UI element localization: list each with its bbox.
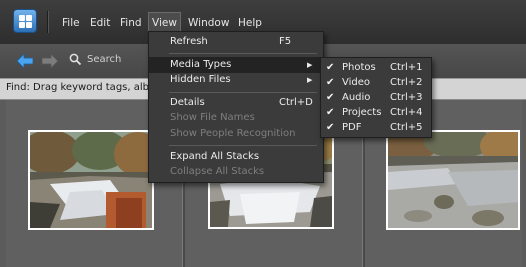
menu-separator xyxy=(169,92,317,93)
media-type-video[interactable]: ✔ Video Ctrl+2 xyxy=(321,75,431,91)
media-type-audio[interactable]: ✔ Audio Ctrl+3 xyxy=(321,90,431,106)
media-type-projects[interactable]: ✔ Projects Ctrl+4 xyxy=(321,105,431,121)
app-logo-icon[interactable] xyxy=(13,9,37,33)
menu-item-refresh[interactable]: Refresh F5 xyxy=(149,34,323,50)
search-icon[interactable] xyxy=(69,53,81,65)
menu-separator xyxy=(169,53,317,54)
menu-help[interactable]: Help xyxy=(236,14,264,32)
menu-item-details[interactable]: Details Ctrl+D xyxy=(149,95,323,111)
menu-item-media-types[interactable]: Media Types ▶ xyxy=(149,57,323,73)
checkmark-icon: ✔ xyxy=(326,62,335,73)
checkmark-icon: ✔ xyxy=(326,77,335,88)
media-types-submenu: ✔ Photos Ctrl+1 ✔ Video Ctrl+2 ✔ Audio C… xyxy=(320,57,432,138)
submenu-arrow-icon: ▶ xyxy=(307,76,313,84)
photo-thumbnail[interactable] xyxy=(386,130,520,230)
back-arrow-icon[interactable] xyxy=(17,54,33,68)
menu-item-show-file-names: Show File Names xyxy=(170,112,255,123)
forward-arrow-icon[interactable] xyxy=(42,54,58,68)
find-bar-text: Find: Drag keyword tags, albu xyxy=(6,82,156,93)
menu-window[interactable]: Window xyxy=(186,14,231,32)
menu-item-expand-all-stacks[interactable]: Expand All Stacks xyxy=(149,149,323,165)
submenu-arrow-icon: ▶ xyxy=(307,61,313,69)
menu-item-hidden-files[interactable]: Hidden Files ▶ xyxy=(149,72,323,88)
checkmark-icon: ✔ xyxy=(326,107,335,118)
menu-find[interactable]: Find xyxy=(118,14,144,32)
menu-separator xyxy=(169,145,317,146)
search-label[interactable]: Search xyxy=(87,54,121,65)
menu-item-show-people-recognition: Show People Recognition xyxy=(170,128,296,139)
photo-thumbnail[interactable] xyxy=(28,130,154,230)
checkmark-icon: ✔ xyxy=(326,92,335,103)
menu-item-collapse-all-stacks: Collapse All Stacks xyxy=(170,166,265,177)
view-menu-dropdown: Refresh F5 Media Types ▶ Hidden Files ▶ … xyxy=(148,31,324,183)
menu-separator xyxy=(47,11,49,33)
menu-edit[interactable]: Edit xyxy=(88,14,112,32)
media-type-pdf[interactable]: ✔ PDF Ctrl+5 xyxy=(321,120,431,136)
checkmark-icon: ✔ xyxy=(326,122,335,133)
media-type-photos[interactable]: ✔ Photos Ctrl+1 xyxy=(321,60,431,76)
menu-file[interactable]: File xyxy=(60,14,82,32)
